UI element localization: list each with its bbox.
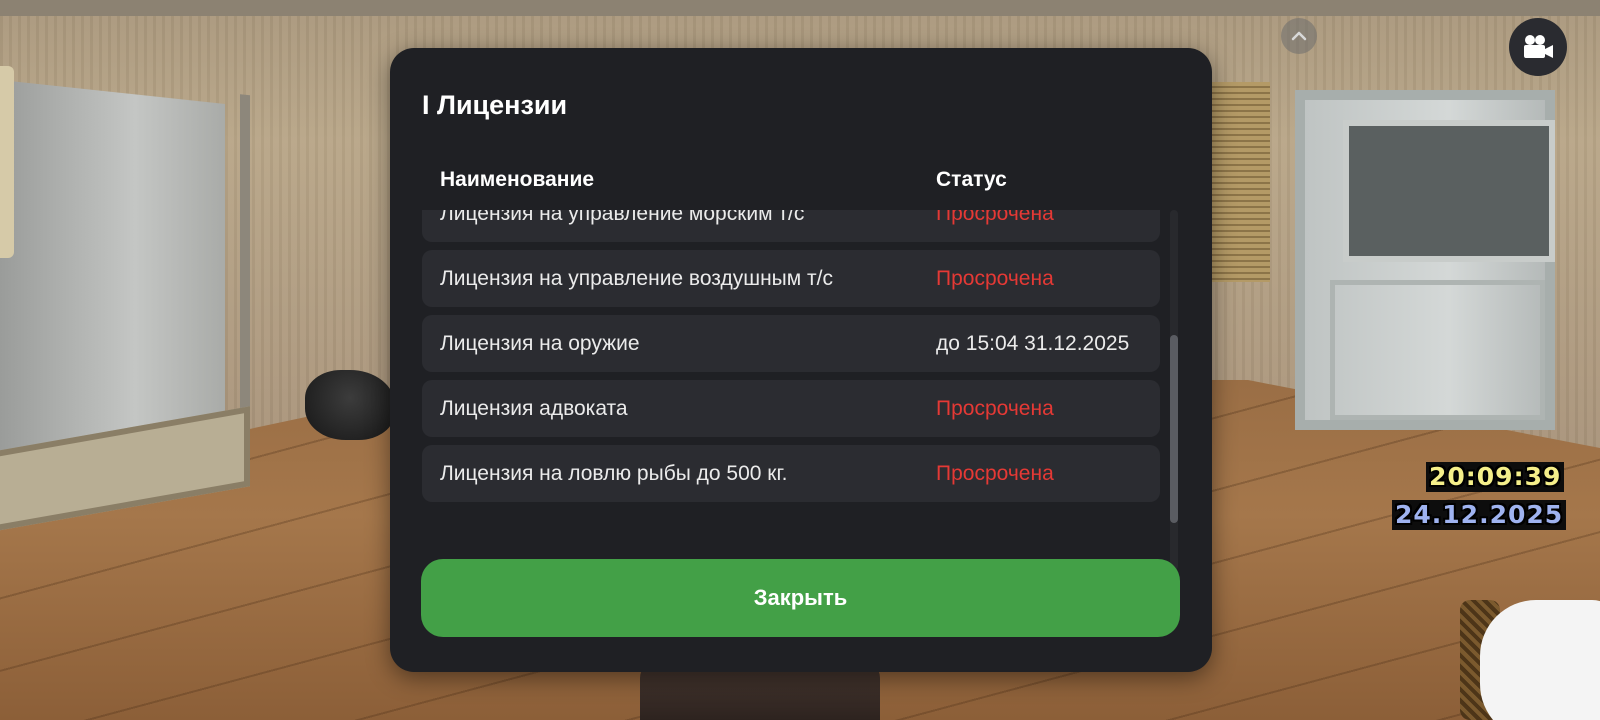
licenses-modal: I Лицензии Наименование Статус Лицензия …: [390, 48, 1212, 672]
scrollbar-track[interactable]: [1170, 210, 1178, 570]
licenses-list[interactable]: Лицензия на управление морским т/с Проср…: [422, 210, 1160, 570]
column-header-name: Наименование: [440, 168, 595, 191]
left-side-panel-tab[interactable]: [0, 66, 14, 258]
license-row: Лицензия на управление морским т/с Проср…: [422, 210, 1160, 242]
license-row: Лицензия на оружие до 15:04 31.12.2025: [422, 315, 1160, 372]
ceiling-trim: [0, 0, 1600, 16]
hud-date: 24.12.2025: [1392, 500, 1567, 530]
column-header-status: Статус: [936, 168, 1007, 191]
player-hand: [1480, 600, 1600, 720]
table-header: Наименование Статус: [440, 168, 1140, 198]
video-camera-icon: [1524, 35, 1553, 58]
modal-title: I Лицензии: [422, 90, 568, 120]
collapse-button[interactable]: [1281, 18, 1317, 54]
license-status: до 15:04 31.12.2025: [936, 332, 1130, 355]
license-name: Лицензия адвоката: [440, 397, 628, 420]
scrollbar-thumb[interactable]: [1170, 335, 1178, 523]
license-name: Лицензия на управление морским т/с: [440, 210, 805, 225]
license-name: Лицензия на оружие: [440, 332, 640, 355]
right-door-panel: [1330, 280, 1545, 420]
license-name: Лицензия на управление воздушным т/с: [440, 267, 833, 290]
chevron-up-icon: [1291, 31, 1307, 41]
license-row: Лицензия адвоката Просрочена: [422, 380, 1160, 437]
license-name: Лицензия на ловлю рыбы до 500 кг.: [440, 462, 788, 485]
license-status: Просрочена: [936, 397, 1054, 420]
license-row: Лицензия на управление воздушным т/с Про…: [422, 250, 1160, 307]
license-status: Просрочена: [936, 267, 1054, 290]
camera-button[interactable]: [1509, 18, 1567, 76]
hud-time: 20:09:39: [1426, 462, 1565, 492]
license-status: Просрочена: [936, 462, 1054, 485]
close-button[interactable]: Закрыть: [421, 559, 1180, 637]
right-door-window: [1343, 120, 1555, 262]
license-row: Лицензия на ловлю рыбы до 500 кг. Просро…: [422, 445, 1160, 502]
license-status: Просрочена: [936, 210, 1054, 225]
floor-bag: [305, 370, 395, 440]
